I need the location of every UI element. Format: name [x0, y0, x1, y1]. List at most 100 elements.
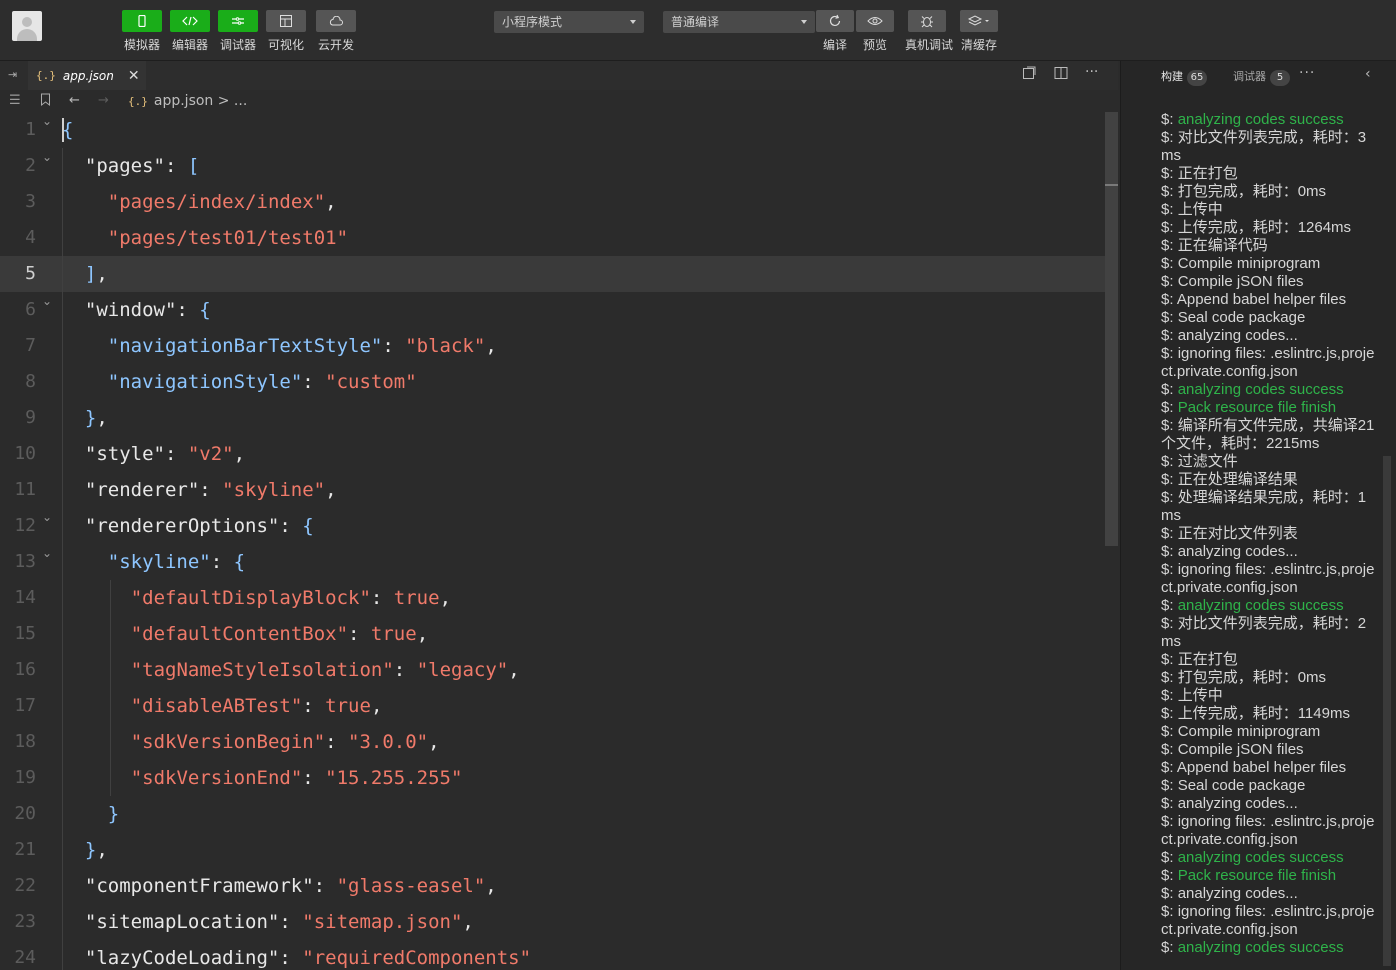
line-number: 19 — [14, 767, 36, 788]
code-text: "navigationStyle": "custom" — [108, 364, 417, 400]
code-token: : — [382, 335, 406, 357]
debugger-button[interactable]: 调试器 — [217, 10, 259, 53]
open-preview-icon[interactable] — [1022, 66, 1036, 84]
code-token: true — [370, 623, 417, 645]
preview-button[interactable]: 预览 — [853, 10, 897, 53]
code-line[interactable]: 3 "pages/index/index", — [0, 184, 1105, 220]
avatar[interactable] — [12, 11, 42, 41]
code-line[interactable]: 4 "pages/test01/test01" — [0, 220, 1105, 256]
log-prefix: $: — [1161, 669, 1178, 686]
code-line[interactable]: 10 "style": "v2", — [0, 436, 1105, 472]
code-line[interactable]: 24 "lazyCodeLoading": "requiredComponents… — [0, 940, 1105, 970]
log-scrollbar[interactable] — [1383, 456, 1391, 966]
code-line[interactable]: 19 "sdkVersionEnd": "15.255.255" — [0, 760, 1105, 796]
simulator-button[interactable]: 模拟器 — [121, 10, 163, 53]
json-file-icon: {.} — [36, 69, 56, 82]
chevron-left-icon[interactable]: ‹ — [1365, 66, 1371, 82]
log-entry: $: 正在打包 — [1161, 651, 1377, 669]
code-line[interactable]: 6 ⌄ "window": { — [0, 292, 1105, 328]
line-number: 5 — [25, 263, 36, 284]
more-actions-icon[interactable]: ··· — [1085, 64, 1098, 80]
code-line[interactable]: 2 ⌄ "pages": [ — [0, 148, 1105, 184]
log-prefix: $: — [1161, 111, 1178, 128]
code-line[interactable]: 12 ⌄ "rendererOptions": { — [0, 508, 1105, 544]
line-number: 3 — [25, 191, 36, 212]
tab-debugger[interactable]: 调试器 5 — [1233, 68, 1290, 86]
more-icon[interactable]: ··· — [1299, 65, 1315, 81]
editor-button[interactable]: 编辑器 — [169, 10, 211, 53]
fold-chevron-icon[interactable]: ⌄ — [42, 150, 52, 164]
code-token: "black" — [405, 335, 486, 357]
tab-app-json[interactable]: {.} app.json ✕ — [28, 61, 146, 90]
list-icon[interactable]: ☰ — [9, 93, 21, 108]
log-text: 过滤文件 — [1177, 453, 1238, 470]
build-log: $: analyzing codes success $: 对比文件列表完成，耗时… — [1161, 111, 1377, 970]
scrollbar-thumb[interactable] — [1105, 112, 1118, 546]
code-line[interactable]: 22 "componentFramework": "glass-easel", — [0, 868, 1105, 904]
code-line[interactable]: 7 "navigationBarTextStyle": "black", — [0, 328, 1105, 364]
log-prefix: $: — [1161, 651, 1178, 668]
panel-tabs: 构建 65 调试器 5 ··· ‹ — [1121, 61, 1396, 90]
layers-icon — [968, 15, 989, 26]
code-line[interactable]: 8 "navigationStyle": "custom" — [0, 364, 1105, 400]
log-prefix: $: — [1161, 741, 1178, 758]
fold-chevron-icon[interactable]: ⌄ — [42, 114, 52, 128]
code-line[interactable]: 17 "disableABTest": true, — [0, 688, 1105, 724]
scrollbar-cursor-marker — [1105, 184, 1118, 186]
code-editor[interactable]: 1 ⌄{2 ⌄ "pages": [3 "pages/index/index", 4 "pa… — [0, 112, 1105, 970]
log-text: analyzing codes success — [1177, 597, 1344, 614]
code-token: , — [462, 911, 474, 933]
code-line[interactable]: 23 "sitemapLocation": "sitemap.json", — [0, 904, 1105, 940]
tab-build[interactable]: 构建 65 — [1161, 68, 1207, 86]
bookmark-icon[interactable] — [40, 93, 51, 110]
log-prefix: $: — [1161, 327, 1178, 344]
remote-debug-button[interactable]: 真机调试 — [905, 10, 954, 53]
code-line[interactable]: 1 ⌄{ — [0, 112, 1105, 148]
log-entry: $: Compile jSON files — [1161, 273, 1377, 291]
fold-chevron-icon[interactable]: ⌄ — [42, 546, 52, 560]
editor-tab-bar: ⇥ {.} app.json ✕ ··· — [0, 61, 1118, 91]
code-line[interactable]: 21}, — [0, 832, 1105, 868]
code-line[interactable]: 14 "defaultDisplayBlock": true, — [0, 580, 1105, 616]
log-text: Compile miniprogram — [1177, 723, 1321, 740]
simulator-label: 模拟器 — [123, 38, 160, 52]
log-prefix: $: — [1161, 273, 1178, 290]
fold-chevron-icon[interactable]: ⌄ — [42, 510, 52, 524]
breadcrumb[interactable]: {.} app.json > ... — [128, 93, 247, 109]
close-icon[interactable]: ✕ — [128, 68, 140, 84]
split-editor-icon[interactable] — [1054, 66, 1068, 84]
editor-scrollbar[interactable] — [1105, 112, 1118, 970]
forward-icon[interactable]: → — [98, 93, 109, 108]
compile-select[interactable]: 普通编译 — [663, 11, 815, 33]
code-token: , — [485, 875, 497, 897]
code-line[interactable]: 9}, — [0, 400, 1105, 436]
debug-icon — [232, 17, 244, 25]
remote-debug-label: 真机调试 — [905, 38, 954, 52]
code-text: "defaultContentBox": true, — [131, 616, 428, 652]
fold-chevron-icon[interactable]: ⌄ — [42, 294, 52, 308]
code-line[interactable]: 15 "defaultContentBox": true, — [0, 616, 1105, 652]
code-text: "skyline": { — [108, 544, 245, 580]
clear-cache-button[interactable]: 清缓存 — [957, 10, 1001, 53]
code-line[interactable]: 20} — [0, 796, 1105, 832]
code-line[interactable]: 13 ⌄ "skyline": { — [0, 544, 1105, 580]
explorer-toggle-icon[interactable]: ⇥ — [8, 68, 17, 81]
line-number: 6 — [25, 299, 36, 320]
line-number: 24 — [14, 947, 36, 968]
code-line[interactable]: 18 "sdkVersionBegin": "3.0.0", — [0, 724, 1105, 760]
code-line[interactable]: 11 "renderer": "skyline", — [0, 472, 1105, 508]
code-line[interactable]: 5], — [0, 256, 1105, 292]
back-icon[interactable]: ← — [69, 93, 80, 108]
log-text: Append babel helper files — [1176, 759, 1347, 776]
log-text: 处理编译结果完成，耗时：1ms — [1161, 489, 1367, 524]
code-token: : — [279, 911, 303, 933]
line-number: 14 — [14, 587, 36, 608]
compile-button[interactable]: 编译 — [813, 10, 857, 53]
cloud-button[interactable]: 云开发 — [315, 10, 357, 53]
visual-button[interactable]: 可视化 — [265, 10, 307, 53]
code-text: }, — [85, 400, 108, 436]
code-token: "skyline" — [107, 551, 211, 573]
mode-select[interactable]: 小程序模式 — [494, 11, 644, 33]
log-entry: $: Compile miniprogram — [1161, 723, 1377, 741]
code-line[interactable]: 16 "tagNameStyleIsolation": "legacy", — [0, 652, 1105, 688]
